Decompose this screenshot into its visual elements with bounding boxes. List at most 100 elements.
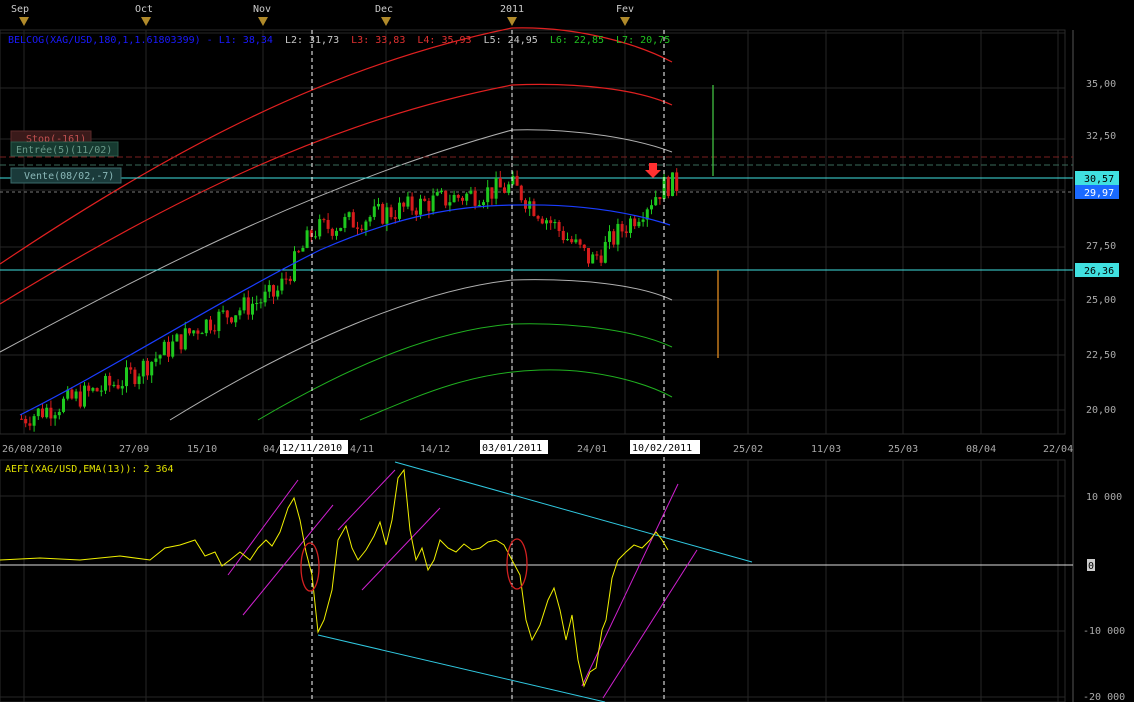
band-green-upper bbox=[257, 323, 673, 421]
header-l4: L4: 35,93 bbox=[417, 35, 471, 46]
candle-body bbox=[213, 330, 217, 332]
candle-body bbox=[288, 278, 292, 282]
date-tick: 25/03 bbox=[888, 444, 918, 455]
candle-body bbox=[53, 415, 57, 419]
candle-body bbox=[368, 216, 372, 222]
candle-body bbox=[293, 251, 296, 282]
candle-body bbox=[108, 375, 112, 386]
candle-body bbox=[276, 290, 280, 297]
candle-body bbox=[45, 407, 49, 418]
candle-body bbox=[620, 223, 624, 232]
date-tick: 11/03 bbox=[811, 444, 841, 455]
month-label: Fev bbox=[616, 4, 634, 15]
date-tick: 25/02 bbox=[733, 444, 763, 455]
candle-body bbox=[188, 328, 191, 334]
candle-body bbox=[209, 319, 212, 331]
divergence-circle bbox=[506, 538, 528, 590]
candle-body bbox=[473, 190, 477, 206]
month-2011[interactable]: 2011 bbox=[500, 4, 524, 26]
candle-body bbox=[587, 248, 590, 264]
candle-body bbox=[171, 341, 175, 357]
candle-body bbox=[32, 416, 36, 426]
candle-body bbox=[230, 317, 233, 323]
candle-body bbox=[360, 228, 364, 231]
candle-body bbox=[95, 388, 99, 392]
candle-body bbox=[24, 418, 28, 424]
candle-body bbox=[301, 247, 305, 252]
candle-body bbox=[318, 219, 322, 237]
price-tick: 29,97 bbox=[1084, 188, 1114, 199]
month-nov[interactable]: Nov bbox=[253, 4, 271, 26]
candle-body bbox=[87, 385, 91, 391]
force-index-line bbox=[0, 468, 669, 688]
date-highlight: 10/02/2011 bbox=[632, 443, 692, 454]
candle-body bbox=[557, 221, 561, 231]
candle-body bbox=[225, 310, 229, 318]
header-l7: L7: 20,75 bbox=[616, 35, 670, 46]
candle-body bbox=[637, 221, 641, 227]
indicator-axis: 10 000 0 -10 000 -20 000 bbox=[1083, 492, 1125, 702]
candle-body bbox=[70, 389, 74, 399]
chart-canvas: Sep Oct Nov Dec 2011 Fev BELCOG(XAG/USD,… bbox=[0, 4, 1125, 702]
order-sell[interactable]: Vente(08/02,-7) bbox=[10, 167, 122, 184]
candle-body bbox=[322, 219, 326, 221]
month-marker-icon bbox=[620, 17, 630, 26]
candle-body bbox=[57, 411, 61, 416]
candle-body bbox=[351, 212, 355, 228]
candle-body bbox=[204, 319, 208, 334]
candle-body bbox=[486, 187, 490, 203]
header-l5: L5: 24,95 bbox=[484, 35, 538, 46]
candle-body bbox=[364, 221, 368, 231]
candle-body bbox=[427, 200, 431, 212]
month-label: 2011 bbox=[500, 4, 524, 15]
candle-body bbox=[540, 218, 544, 224]
candle-body bbox=[406, 196, 410, 207]
price-panel[interactable] bbox=[0, 29, 1066, 435]
order-entry-label: Entrée(5)(11/02) bbox=[16, 144, 112, 156]
candle-body bbox=[330, 228, 334, 236]
candle-body bbox=[133, 369, 137, 385]
date-tick: 27/09 bbox=[119, 444, 149, 455]
candle-body bbox=[326, 219, 330, 229]
candle-body bbox=[154, 358, 158, 362]
candle-body bbox=[515, 175, 519, 186]
candle-body bbox=[112, 384, 116, 386]
vertical-markers bbox=[311, 30, 665, 702]
month-dec[interactable]: Dec bbox=[375, 4, 393, 26]
candle-body bbox=[305, 230, 309, 248]
candle-body bbox=[494, 177, 498, 199]
month-oct[interactable]: Oct bbox=[135, 4, 153, 26]
price-axis: 35,00 32,50 30,57 29,97 27,50 26,36 25,0… bbox=[1075, 79, 1119, 416]
candle-body bbox=[570, 239, 574, 243]
candle-body bbox=[566, 239, 569, 241]
candle-body bbox=[356, 227, 359, 229]
month-marker-icon bbox=[19, 17, 29, 26]
candle-body bbox=[246, 297, 250, 315]
candle-body bbox=[629, 218, 632, 233]
candle-body bbox=[343, 217, 347, 228]
candle-body bbox=[259, 302, 263, 304]
order-entry[interactable]: Entrée(5)(11/02) bbox=[10, 141, 119, 157]
price-tick: 20,00 bbox=[1086, 405, 1116, 416]
candle-body bbox=[465, 193, 469, 201]
month-fev[interactable]: Fev bbox=[616, 4, 634, 26]
header-l2: L2: 31,73 bbox=[285, 35, 339, 46]
candle-body bbox=[414, 210, 418, 215]
date-highlight: 12/11/2010 bbox=[282, 443, 342, 454]
month-label: Dec bbox=[375, 4, 393, 15]
candle-body bbox=[83, 385, 86, 407]
study-header: BELCOG(XAG/USD,180,1,1.61803399) - L1: 3… bbox=[8, 35, 670, 46]
candle-body bbox=[536, 215, 540, 219]
candle-body bbox=[36, 408, 40, 417]
date-highlight: 03/01/2011 bbox=[482, 443, 542, 454]
candle-body bbox=[192, 330, 196, 334]
candle-body bbox=[532, 201, 536, 216]
candle-body bbox=[335, 230, 338, 236]
channel-magenta bbox=[361, 507, 441, 591]
channel-magenta bbox=[242, 504, 334, 616]
candle-body bbox=[603, 241, 607, 263]
candle-body bbox=[314, 236, 317, 238]
price-grid bbox=[0, 30, 1065, 434]
candle-body bbox=[78, 391, 82, 407]
month-sep[interactable]: Sep bbox=[11, 4, 29, 26]
